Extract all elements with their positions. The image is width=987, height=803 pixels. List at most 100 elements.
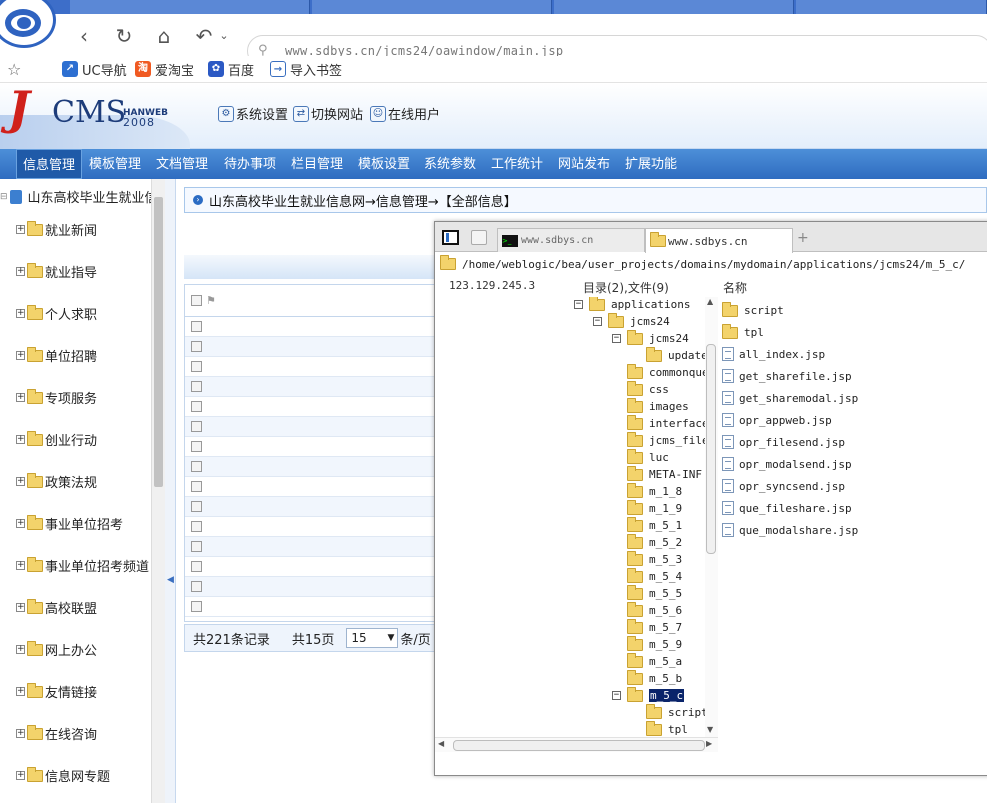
expand-icon[interactable]: + <box>16 225 25 234</box>
tree-node[interactable]: − jcms24 <box>593 312 670 328</box>
tree-node[interactable]: images <box>627 397 689 413</box>
list-item-file[interactable]: que_modalshare.jsp <box>722 523 858 537</box>
scrollbar-thumb[interactable] <box>453 740 705 751</box>
expand-icon[interactable]: + <box>16 519 25 528</box>
row-checkbox[interactable] <box>191 581 202 592</box>
panel-splitter[interactable]: ◀ <box>165 179 176 803</box>
table-row[interactable] <box>185 477 443 497</box>
table-row[interactable] <box>185 577 443 597</box>
tree-node[interactable]: m_5_3 <box>627 550 682 566</box>
sidebar-item-online-office[interactable]: + 网上办公 <box>16 640 97 659</box>
expand-icon[interactable]: + <box>16 309 25 318</box>
collapse-icon[interactable]: − <box>574 300 583 309</box>
expand-icon[interactable]: + <box>16 603 25 612</box>
tree-node[interactable]: − jcms24 <box>612 329 689 345</box>
collapse-arrow-icon[interactable]: ◀ <box>167 575 174 597</box>
tree-node[interactable]: m_5_6 <box>627 601 682 617</box>
name-column-header[interactable]: 名称 <box>723 279 747 296</box>
fm-path-bar[interactable]: /home/weblogic/bea/user_projects/domains… <box>440 255 987 273</box>
browser-tab[interactable] <box>796 0 987 14</box>
collapse-icon[interactable]: − <box>593 317 602 326</box>
star-icon[interactable]: ☆ <box>7 59 21 79</box>
expand-icon[interactable]: + <box>16 561 25 570</box>
fm-tab-terminal[interactable]: >_ www.sdbys.cn <box>497 228 645 252</box>
menu-extensions[interactable]: 扩展功能 <box>625 149 677 179</box>
scroll-up-icon[interactable]: ▲ <box>707 297 713 306</box>
sidebar-scrollbar[interactable] <box>151 179 165 803</box>
sidebar-item-topics[interactable]: + 信息网专题 <box>16 766 110 785</box>
tree-node[interactable]: css <box>627 380 669 396</box>
scroll-down-icon[interactable]: ▼ <box>707 725 713 734</box>
row-checkbox[interactable] <box>191 341 202 352</box>
table-row[interactable] <box>185 517 443 537</box>
table-row[interactable] <box>185 337 443 357</box>
bookmark-uc[interactable]: ↗ UC导航 <box>62 59 127 79</box>
chevron-down-icon[interactable]: ⌄ <box>213 25 235 47</box>
tree-node[interactable]: m_1_9 <box>627 499 682 515</box>
table-row[interactable] <box>185 377 443 397</box>
menu-template-management[interactable]: 模板管理 <box>89 149 141 179</box>
scroll-left-icon[interactable]: ◀ <box>438 739 444 748</box>
sidebar-item-friendly-links[interactable]: + 友情链接 <box>16 682 97 701</box>
row-checkbox[interactable] <box>191 321 202 332</box>
sidebar-item-public-exam[interactable]: + 事业单位招考 <box>16 514 123 533</box>
sidebar-item-employment-news[interactable]: + 就业新闻 <box>16 220 97 239</box>
browser-tab[interactable] <box>554 0 794 14</box>
sidebar-item-employment-guide[interactable]: + 就业指导 <box>16 262 97 281</box>
tree-horizontal-scrollbar[interactable]: ◀ ▶ <box>435 737 718 752</box>
list-item-folder[interactable]: script <box>722 301 784 317</box>
row-checkbox[interactable] <box>191 461 202 472</box>
tree-node[interactable]: m_5_4 <box>627 567 682 583</box>
bookmark-baidu[interactable]: ✿ 百度 <box>208 59 254 79</box>
tree-node[interactable]: META-INF <box>627 465 702 481</box>
table-row[interactable] <box>185 557 443 577</box>
tree-node[interactable]: interface <box>627 414 709 430</box>
menu-system-params[interactable]: 系统参数 <box>424 149 476 179</box>
menu-template-settings[interactable]: 模板设置 <box>358 149 410 179</box>
menu-todo[interactable]: 待办事项 <box>224 149 276 179</box>
tree-node[interactable]: m_5_7 <box>627 618 682 634</box>
tree-node[interactable]: m_5_1 <box>627 516 682 532</box>
page-size-select[interactable]: 15 <box>346 628 399 648</box>
row-checkbox[interactable] <box>191 361 202 372</box>
list-item-file[interactable]: all_index.jsp <box>722 347 825 361</box>
collapse-icon[interactable]: − <box>612 334 621 343</box>
home-icon[interactable]: ⌂ <box>153 25 175 47</box>
list-item-folder[interactable]: tpl <box>722 323 764 339</box>
row-checkbox[interactable] <box>191 541 202 552</box>
row-checkbox[interactable] <box>191 421 202 432</box>
list-item-file[interactable]: opr_filesend.jsp <box>722 435 845 449</box>
switch-site-link[interactable]: ⇄ 切换网站 <box>293 104 363 123</box>
tree-node[interactable]: m_1_8 <box>627 482 682 498</box>
row-checkbox[interactable] <box>191 381 202 392</box>
tree-node[interactable]: script <box>646 703 708 719</box>
list-item-file[interactable]: que_fileshare.jsp <box>722 501 852 515</box>
browser-tab[interactable] <box>312 0 552 14</box>
expand-icon[interactable]: + <box>16 393 25 402</box>
expand-icon[interactable]: + <box>16 477 25 486</box>
online-users-link[interactable]: ☺ 在线用户 <box>370 104 440 123</box>
tree-node[interactable]: m_5_5 <box>627 584 682 600</box>
table-row[interactable] <box>185 397 443 417</box>
table-row[interactable] <box>185 537 443 557</box>
table-row[interactable] <box>185 597 443 617</box>
tree-node[interactable]: luc <box>627 448 669 464</box>
list-item-file[interactable]: opr_syncsend.jsp <box>722 479 845 493</box>
list-item-file[interactable]: get_sharefile.jsp <box>722 369 852 383</box>
scrollbar-thumb[interactable] <box>154 197 163 487</box>
tree-node[interactable]: tpl <box>646 720 688 736</box>
menu-column-management[interactable]: 栏目管理 <box>291 149 343 179</box>
tree-node[interactable]: m_5_b <box>627 669 682 685</box>
window-icon[interactable] <box>471 230 487 245</box>
scrollbar-thumb[interactable] <box>706 344 716 554</box>
table-row[interactable] <box>185 437 443 457</box>
row-checkbox[interactable] <box>191 401 202 412</box>
add-tab-icon[interactable]: + <box>797 230 809 246</box>
row-checkbox[interactable] <box>191 501 202 512</box>
tree-root[interactable]: ⊟ 山东高校毕业生就业信 <box>0 187 158 206</box>
tree-vertical-scrollbar[interactable]: ▲ ▼ <box>705 297 718 737</box>
table-row[interactable] <box>185 317 443 337</box>
sidebar-item-online-consult[interactable]: + 在线咨询 <box>16 724 97 743</box>
row-checkbox[interactable] <box>191 561 202 572</box>
sidebar-item-recruitment[interactable]: + 单位招聘 <box>16 346 97 365</box>
